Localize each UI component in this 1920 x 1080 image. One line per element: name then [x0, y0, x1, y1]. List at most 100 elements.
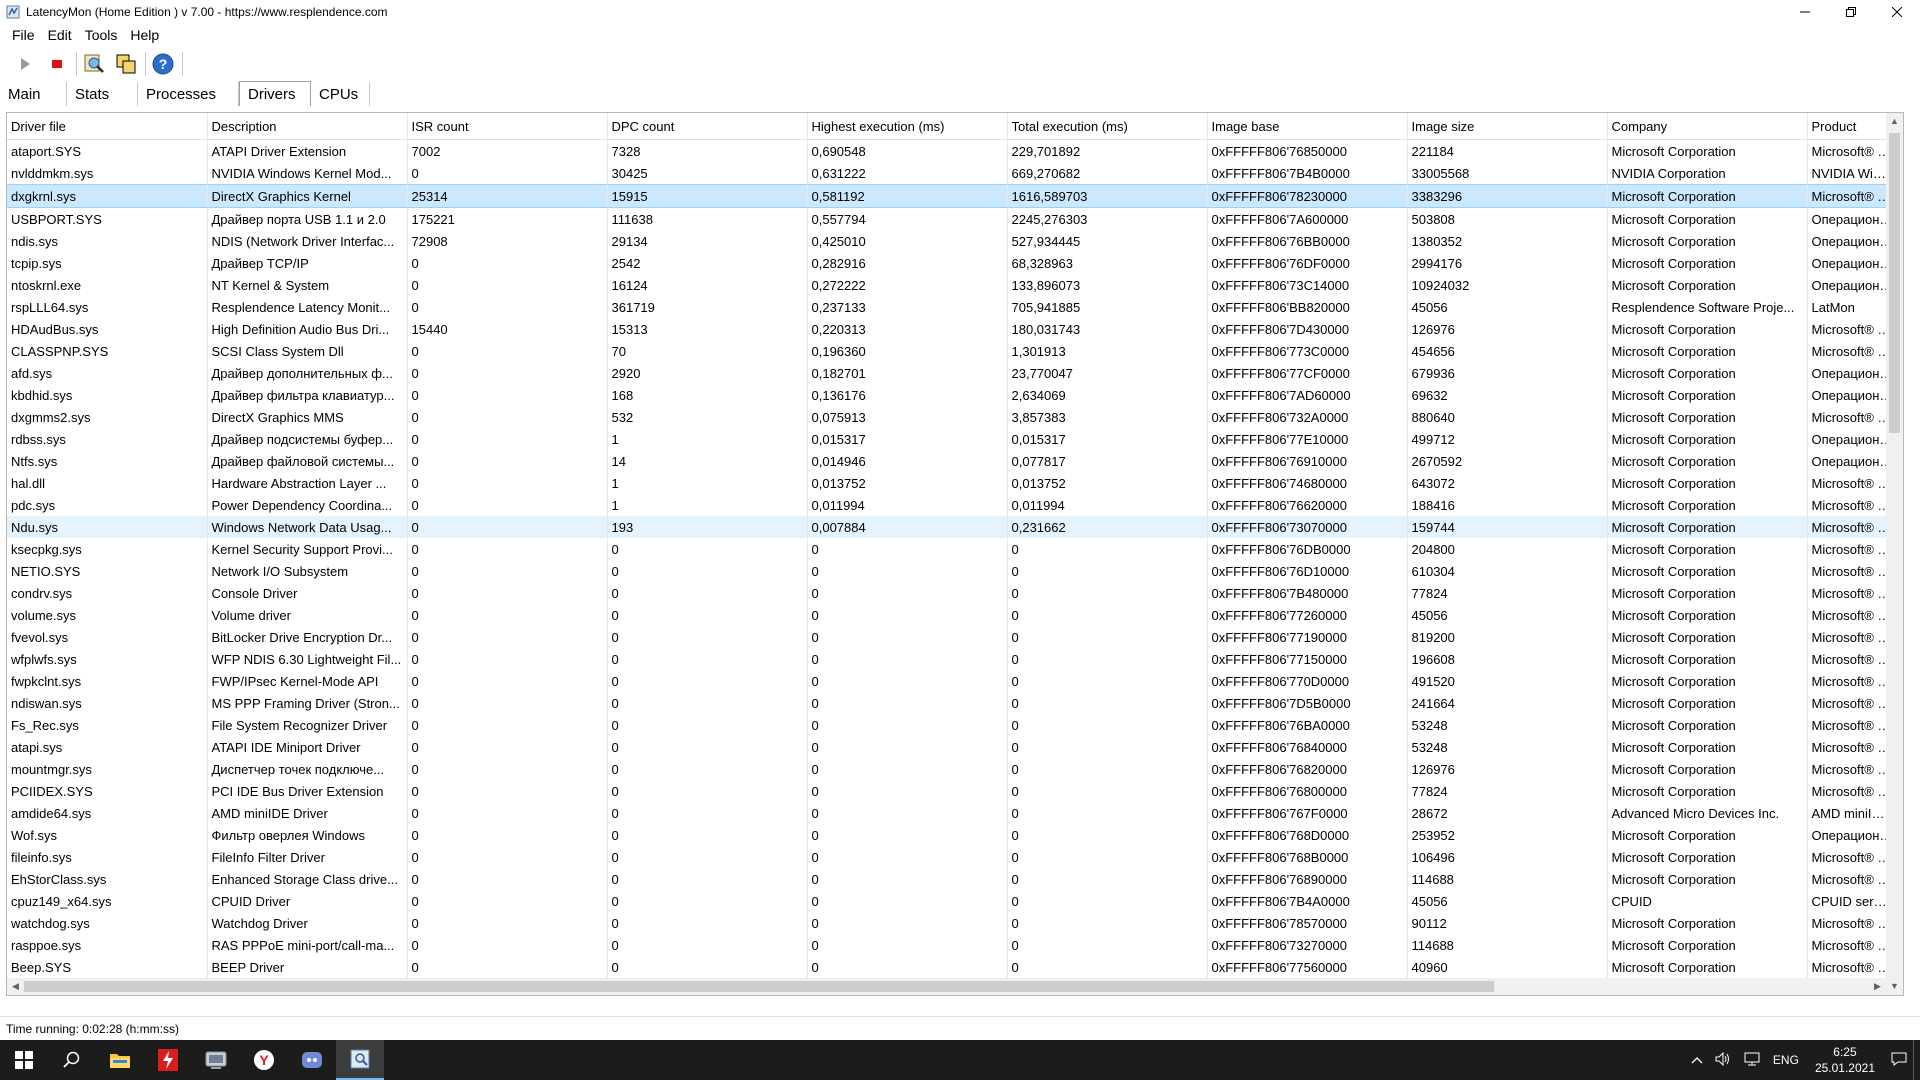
column-header[interactable]: DPC count [607, 113, 808, 140]
horizontal-scroll-thumb[interactable] [24, 981, 1494, 992]
drivers-grid[interactable]: Driver file Description ISR count DPC count… [6, 112, 1904, 996]
table-row[interactable]: cpuz149_x64.sys CPUID Driver 0 0 0 0 0xFFFFF80… [7, 890, 1898, 912]
column-header[interactable]: Image size [1407, 113, 1608, 140]
table-row[interactable]: volume.sys Volume driver 0 0 0 0 0xFFFFF806'77… [7, 604, 1898, 626]
table-row[interactable]: fvevol.sys BitLocker Drive Encryption Dr.… [7, 626, 1898, 648]
taskbar-latencymon[interactable] [336, 1040, 384, 1080]
table-row[interactable]: fileinfo.sys FileInfo Filter Driver 0 0 0 0 0x… [7, 846, 1898, 868]
toolbar-separator [182, 52, 183, 76]
table-row[interactable]: PCIIDEX.SYS PCI IDE Bus Driver Extension 0… [7, 780, 1898, 802]
taskbar-search-button[interactable] [48, 1040, 96, 1080]
table-cell: 0 [607, 692, 808, 714]
table-row[interactable]: HDAudBus.sys High Definition Audio Bus Dr… [7, 318, 1898, 340]
table-row[interactable]: Fs_Rec.sys File System Recognizer Driver 0… [7, 714, 1898, 736]
table-cell: 0 [407, 604, 608, 626]
menu-edit[interactable]: Edit [42, 27, 79, 43]
column-header[interactable]: Highest execution (ms) [807, 113, 1008, 140]
table-cell: 7002 [407, 139, 608, 162]
tab-drivers[interactable]: Drivers [239, 81, 311, 106]
table-row[interactable]: rasppoe.sys RAS PPPoE mini-port/call-ma..… [7, 934, 1898, 956]
table-row[interactable]: dxgmms2.sys DirectX Graphics MMS 0 532 0,075… [7, 406, 1898, 428]
stop-button[interactable] [44, 51, 70, 77]
table-row[interactable]: USBPORT.SYS Драйвер порта USB 1.1 и 2.0 17… [7, 207, 1898, 230]
table-row[interactable]: tcpip.sys Драйвер TCP/IP 0 2542 0,282916 68,3… [7, 252, 1898, 274]
table-cell: Microsoft® Wi [1807, 626, 1898, 648]
column-header[interactable]: Total execution (ms) [1007, 113, 1208, 140]
table-row[interactable]: dxgkrnl.sys DirectX Graphics Kernel 25314 1… [7, 184, 1898, 208]
table-row[interactable]: Ndu.sys Windows Network Data Usag... 0 193 0… [7, 516, 1898, 538]
table-row[interactable]: amdide64.sys AMD miniIDE Driver 0 0 0 0 0xFFFF… [7, 802, 1898, 824]
taskbar-yandex-browser[interactable]: Y [240, 1040, 288, 1080]
start-button[interactable] [0, 1040, 48, 1080]
menu-help[interactable]: Help [124, 27, 166, 43]
tray-network[interactable] [1737, 1052, 1767, 1069]
scroll-down-icon[interactable]: ▼ [1886, 978, 1903, 995]
vertical-scroll-thumb[interactable] [1889, 133, 1900, 433]
table-row[interactable]: ndis.sys NDIS (Network Driver Interfac...… [7, 230, 1898, 252]
table-row[interactable]: afd.sys Драйвер дополнительных ф... 0 2920 0… [7, 362, 1898, 384]
table-row[interactable]: rspLLL64.sys Resplendence Latency Monit..… [7, 296, 1898, 318]
table-row[interactable]: Ntfs.sys Драйвер файловой системы... 0 14 0,… [7, 450, 1898, 472]
table-row[interactable]: wfplwfs.sys WFP NDIS 6.30 Lightweight Fil… [7, 648, 1898, 670]
table-row[interactable]: ataport.SYS ATAPI Driver Extension 7002 732… [7, 139, 1898, 162]
tab-processes[interactable]: Processes [138, 82, 239, 106]
table-row[interactable]: ksecpkg.sys Kernel Security Support Provi… [7, 538, 1898, 560]
table-row[interactable]: EhStorClass.sys Enhanced Storage Class dr… [7, 868, 1898, 890]
report-button[interactable] [81, 51, 107, 77]
table-row[interactable]: nvlddmkm.sys NVIDIA Windows Kernel Mod...… [7, 162, 1898, 185]
taskbar-app-red[interactable] [144, 1040, 192, 1080]
tray-volume[interactable] [1709, 1051, 1737, 1069]
close-button[interactable] [1874, 0, 1920, 24]
tray-language[interactable]: ENG [1767, 1053, 1805, 1067]
table-cell: Microsoft Corporation [1607, 274, 1808, 296]
show-desktop-button[interactable] [1913, 1040, 1920, 1080]
help-button[interactable]: ? [150, 51, 176, 77]
column-header[interactable]: Description [207, 113, 408, 140]
table-cell: Network I/O Subsystem [207, 560, 408, 582]
table-row[interactable]: mountmgr.sys Диспетчер точек подключе... 0… [7, 758, 1898, 780]
start-button[interactable] [12, 51, 38, 77]
table-row[interactable]: condrv.sys Console Driver 0 0 0 0 0xFFFFF806'7… [7, 582, 1898, 604]
table-cell: Microsoft® Wi [1807, 604, 1898, 626]
tray-overflow-button[interactable] [1685, 1053, 1709, 1067]
taskbar-app-grey[interactable] [192, 1040, 240, 1080]
tray-clock[interactable]: 6:25 25.01.2021 [1805, 1044, 1885, 1076]
table-row[interactable]: pdc.sys Power Dependency Coordina... 0 1 0,0… [7, 494, 1898, 516]
table-row[interactable]: hal.dll Hardware Abstraction Layer ... 0 1 0… [7, 472, 1898, 494]
table-cell: volume.sys [7, 604, 208, 626]
tray-notifications[interactable] [1885, 1052, 1913, 1069]
vertical-scrollbar[interactable]: ▲ ▼ [1886, 113, 1903, 995]
table-cell: Wof.sys [7, 824, 208, 846]
column-header[interactable]: Company [1607, 113, 1808, 140]
column-header[interactable]: Driver file [7, 113, 208, 140]
restore-button[interactable] [1828, 0, 1874, 24]
table-row[interactable]: ndiswan.sys MS PPP Framing Driver (Stron.… [7, 692, 1898, 714]
table-row[interactable]: Beep.SYS BEEP Driver 0 0 0 0 0xFFFFF806'775600… [7, 956, 1898, 978]
copy-button[interactable] [113, 51, 139, 77]
taskbar-file-explorer[interactable] [96, 1040, 144, 1080]
horizontal-scrollbar[interactable]: ◀ ▶ [7, 978, 1886, 995]
column-header[interactable]: Image base [1207, 113, 1408, 140]
table-row[interactable]: fwpkclnt.sys FWP/IPsec Kernel-Mode API 0 0 0… [7, 670, 1898, 692]
column-header[interactable]: Product [1807, 113, 1898, 140]
taskbar-discord[interactable] [288, 1040, 336, 1080]
column-header[interactable]: ISR count [407, 113, 608, 140]
tab-stats[interactable]: Stats [67, 82, 138, 106]
scroll-up-icon[interactable]: ▲ [1886, 113, 1903, 130]
menu-file[interactable]: File [0, 27, 42, 43]
table-row[interactable]: watchdog.sys Watchdog Driver 0 0 0 0 0xFFFFF80… [7, 912, 1898, 934]
scroll-left-icon[interactable]: ◀ [7, 978, 24, 995]
table-row[interactable]: ntoskrnl.exe NT Kernel & System 0 16124 0,27… [7, 274, 1898, 296]
table-row[interactable]: CLASSPNP.SYS SCSI Class System Dll 0 70 0,19… [7, 340, 1898, 362]
tab-cpus[interactable]: CPUs [311, 82, 370, 106]
table-row[interactable]: rdbss.sys Драйвер подсистемы буфер... 0 1 0,… [7, 428, 1898, 450]
tab-main[interactable]: Main [0, 82, 67, 106]
table-row[interactable]: NETIO.SYS Network I/O Subsystem 0 0 0 0 0xFFFF… [7, 560, 1898, 582]
scroll-right-icon[interactable]: ▶ [1869, 978, 1886, 995]
menu-tools[interactable]: Tools [79, 27, 125, 43]
table-row[interactable]: Wof.sys Фильтр оверлея Windows 0 0 0 0 0xFFFFF… [7, 824, 1898, 846]
table-cell: 0xFFFFF806'73270000 [1207, 934, 1408, 956]
table-row[interactable]: atapi.sys ATAPI IDE Miniport Driver 0 0 0 0 0x… [7, 736, 1898, 758]
minimize-button[interactable] [1782, 0, 1828, 24]
table-row[interactable]: kbdhid.sys Драйвер фильтра клавиатур... 0 1… [7, 384, 1898, 406]
